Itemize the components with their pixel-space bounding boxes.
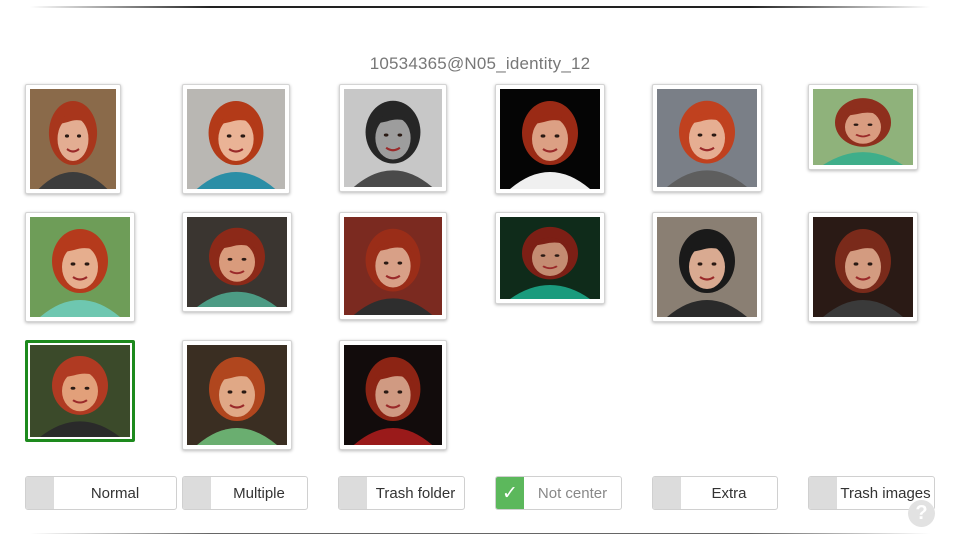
help-icon[interactable]: ? — [908, 500, 935, 527]
thumb-7[interactable] — [25, 212, 135, 322]
portrait-photo — [500, 217, 600, 299]
thumb-13[interactable] — [25, 340, 135, 442]
checkbox-box[interactable] — [26, 477, 54, 509]
button-label: Trash folder — [375, 484, 456, 502]
thumb-4[interactable] — [495, 84, 605, 194]
button-label: Normal — [90, 484, 140, 502]
top-divider — [30, 6, 930, 8]
thumb-1[interactable] — [25, 84, 121, 194]
thumb-6[interactable] — [808, 84, 918, 170]
checkbox-box[interactable] — [339, 477, 367, 509]
checkmark-icon[interactable]: ✓ — [496, 477, 524, 509]
thumb-9[interactable] — [339, 212, 447, 320]
thumb-14[interactable] — [182, 340, 292, 450]
portrait-photo — [500, 89, 600, 189]
extra-button[interactable]: Extra — [652, 476, 778, 510]
portrait-photo — [30, 89, 116, 189]
portrait-photo — [657, 89, 757, 187]
thumb-15[interactable] — [339, 340, 447, 450]
thumb-12[interactable] — [808, 212, 918, 322]
portrait-photo — [344, 89, 442, 187]
button-label: Extra — [711, 484, 747, 502]
trash-folder-button[interactable]: Trash folder — [338, 476, 465, 510]
thumb-8[interactable] — [182, 212, 292, 312]
portrait-photo — [187, 217, 287, 307]
portrait-photo — [187, 345, 287, 445]
page-title: 10534365@N05_identity_12 — [369, 54, 591, 73]
not-center-button[interactable]: ✓ Not center — [495, 476, 622, 510]
portrait-photo — [30, 217, 130, 317]
checkbox-box[interactable] — [809, 477, 837, 509]
button-label: Not center — [537, 484, 608, 502]
portrait-photo — [187, 89, 285, 189]
portrait-photo — [344, 217, 442, 315]
portrait-photo — [657, 217, 757, 317]
thumb-3[interactable] — [339, 84, 447, 192]
checkbox-box[interactable] — [183, 477, 211, 509]
button-label: Multiple — [233, 484, 285, 502]
thumb-11[interactable] — [652, 212, 762, 322]
checkbox-box[interactable] — [653, 477, 681, 509]
portrait-photo — [30, 345, 130, 437]
bottom-divider — [30, 533, 930, 534]
multiple-button[interactable]: Multiple — [182, 476, 308, 510]
portrait-photo — [813, 89, 913, 165]
portrait-photo — [813, 217, 913, 317]
portrait-photo — [344, 345, 442, 445]
normal-button[interactable]: Normal — [25, 476, 177, 510]
thumb-5[interactable] — [652, 84, 762, 192]
thumb-10[interactable] — [495, 212, 605, 304]
thumb-2[interactable] — [182, 84, 290, 194]
